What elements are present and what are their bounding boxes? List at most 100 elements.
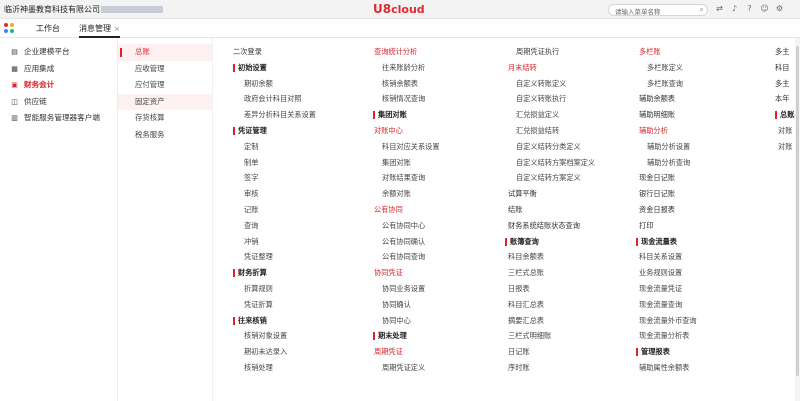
menu-item[interactable]: 科目余额表 <box>508 249 595 265</box>
sidebar-item-2[interactable]: ▣ 财务会计 <box>0 77 117 94</box>
sidebar-item-3[interactable]: ◫ 供应链 <box>0 94 117 111</box>
menu-item[interactable]: 多栏账查询 <box>647 76 697 92</box>
menu-category[interactable]: 月末结转 <box>508 60 595 76</box>
sidebar-item-0[interactable]: ▤ 企业建模平台 <box>0 44 117 61</box>
menu-item[interactable]: 日记账 <box>508 344 595 360</box>
menu-item[interactable]: 业务规则设置 <box>639 265 697 281</box>
menu-item[interactable]: 自定义转账执行 <box>516 91 595 107</box>
menu-item[interactable]: 查询 <box>244 218 316 234</box>
menu-item[interactable]: 序时账 <box>508 360 595 376</box>
menu-item[interactable]: 余额对账 <box>382 186 440 202</box>
menu-item[interactable]: 政府会计科目对照 <box>244 91 316 107</box>
bell-icon[interactable]: ♪ <box>729 3 740 14</box>
menu-item[interactable]: 现金流量凭证 <box>639 281 697 297</box>
menu-item[interactable]: 协同业务设置 <box>382 281 440 297</box>
close-icon[interactable]: × <box>114 25 120 33</box>
menu-item[interactable]: 三栏式总账 <box>508 265 595 281</box>
menu-item[interactable]: 协同中心 <box>382 313 440 329</box>
menu-item[interactable]: 辅助属性余额表 <box>639 360 697 376</box>
menu-item[interactable]: 折算规则 <box>244 281 316 297</box>
menu-item[interactable]: 制单 <box>244 155 316 171</box>
app-launcher-icon[interactable] <box>4 23 15 34</box>
menu-item[interactable]: 审核 <box>244 186 316 202</box>
submenu-item-3[interactable]: 固定资产 <box>118 93 212 110</box>
menu-item[interactable]: 现金流量查询 <box>639 297 697 313</box>
menu-item[interactable]: 多栏账定义 <box>647 60 697 76</box>
menu-item[interactable]: 公有协同查询 <box>382 249 440 265</box>
switch-icon[interactable]: ⇄ <box>714 3 725 14</box>
sidebar-item-1[interactable]: ▦ 应用集成 <box>0 61 117 78</box>
menu-item[interactable]: 集团对账 <box>382 155 440 171</box>
menu-item[interactable]: 辅助分析查询 <box>647 155 697 171</box>
menu-item[interactable]: 凭证整理 <box>244 249 316 265</box>
menu-item[interactable]: 打印 <box>639 218 697 234</box>
menu-item[interactable]: 科目对应关系设置 <box>382 139 440 155</box>
menu-item[interactable]: 期初未达录入 <box>244 344 316 360</box>
menu-item[interactable]: 现金流量外币查询 <box>639 313 697 329</box>
menu-category[interactable]: 周期凭证 <box>374 344 440 360</box>
submenu-item-4[interactable]: 存货核算 <box>118 110 212 127</box>
submenu-item-5[interactable]: 税务服务 <box>118 127 212 144</box>
menu-item[interactable]: 周期凭证定义 <box>382 360 440 376</box>
menu-item[interactable]: 记账 <box>244 202 316 218</box>
submenu-item-0[interactable]: 总账 <box>118 44 212 61</box>
menu-item[interactable]: 现金流量分析表 <box>639 328 697 344</box>
menu-item[interactable]: 汇兑损益定义 <box>516 107 595 123</box>
menu-item[interactable]: 试算平衡 <box>508 186 595 202</box>
menu-item[interactable]: 三栏式明细账 <box>508 328 595 344</box>
menu-item[interactable]: 自定义结转方案档案定义 <box>516 155 595 171</box>
menu-item[interactable]: 自定义转账定义 <box>516 76 595 92</box>
menu-item[interactable]: 冲销 <box>244 234 316 250</box>
menu-item[interactable]: 核销情况查询 <box>382 91 440 107</box>
search-icon[interactable]: ⌕ <box>700 5 704 15</box>
menu-item[interactable]: 摘要汇总表 <box>508 313 595 329</box>
help-icon[interactable]: ? <box>744 3 755 14</box>
user-icon[interactable]: ☺ <box>759 3 770 14</box>
submenu-item-1[interactable]: 应收管理 <box>118 61 212 78</box>
menu-item[interactable]: 往来账龄分析 <box>382 60 440 76</box>
tab-workbench[interactable]: 工作台 <box>36 19 60 38</box>
menu-search-input[interactable]: 请输入菜单名称 ⌕ <box>608 4 708 16</box>
menu-item[interactable]: 凭证折算 <box>244 297 316 313</box>
submenu-item-2[interactable]: 应付管理 <box>118 77 212 94</box>
menu-category[interactable]: 辅助分析 <box>639 123 697 139</box>
menu-item[interactable]: 自定义结转分类定义 <box>516 139 595 155</box>
menu-item[interactable]: 核销余额表 <box>382 76 440 92</box>
menu-item[interactable]: 定制 <box>244 139 316 155</box>
tab-message-management[interactable]: 消息管理 × <box>79 19 120 38</box>
menu-item[interactable]: 资金日报表 <box>639 202 697 218</box>
menu-item[interactable]: 公有协同中心 <box>382 218 440 234</box>
menu-item[interactable]: 对账结果查询 <box>382 170 440 186</box>
menu-item[interactable]: 科目汇总表 <box>508 297 595 313</box>
menu-item[interactable]: 自定义结转方案定义 <box>516 170 595 186</box>
scrollbar[interactable] <box>795 38 800 401</box>
menu-item[interactable]: 财务系统结账状态查询 <box>508 218 595 234</box>
scrollbar-thumb[interactable] <box>796 46 799 376</box>
finance-icon: ▣ <box>11 81 18 89</box>
menu-item[interactable]: 协同确认 <box>382 297 440 313</box>
menu-item[interactable]: 辅助分析设置 <box>647 139 697 155</box>
menu-item[interactable]: 公有协同确认 <box>382 234 440 250</box>
menu-item[interactable]: 核销处理 <box>244 360 316 376</box>
menu-item[interactable]: 现金日记账 <box>639 170 697 186</box>
menu-item[interactable]: 差异分析科目关系设置 <box>244 107 316 123</box>
menu-item[interactable]: 辅助明细账 <box>639 107 697 123</box>
sidebar-item-4[interactable]: ▥ 智能服务管理器客户端 <box>0 110 117 127</box>
menu-item[interactable]: 核销对象设置 <box>244 328 316 344</box>
menu-item[interactable]: 科目关系设置 <box>639 249 697 265</box>
menu-category[interactable]: 对账中心 <box>374 123 440 139</box>
menu-category[interactable]: 协同凭证 <box>374 265 440 281</box>
menu-item[interactable]: 辅助余额表 <box>639 91 697 107</box>
menu-item[interactable]: 二次登录 <box>233 44 316 60</box>
menu-item[interactable]: 签字 <box>244 170 316 186</box>
menu-item[interactable]: 日报表 <box>508 281 595 297</box>
menu-item[interactable]: 周期凭证执行 <box>516 44 595 60</box>
menu-item[interactable]: 期初余额 <box>244 76 316 92</box>
menu-category[interactable]: 查询统计分析 <box>374 44 440 60</box>
menu-item[interactable]: 汇兑损益结转 <box>516 123 595 139</box>
gear-icon[interactable]: ⚙ <box>774 3 785 14</box>
menu-category[interactable]: 多栏账 <box>639 44 697 60</box>
menu-item[interactable]: 银行日记账 <box>639 186 697 202</box>
menu-item[interactable]: 结账 <box>508 202 595 218</box>
menu-category[interactable]: 公有协同 <box>374 202 440 218</box>
